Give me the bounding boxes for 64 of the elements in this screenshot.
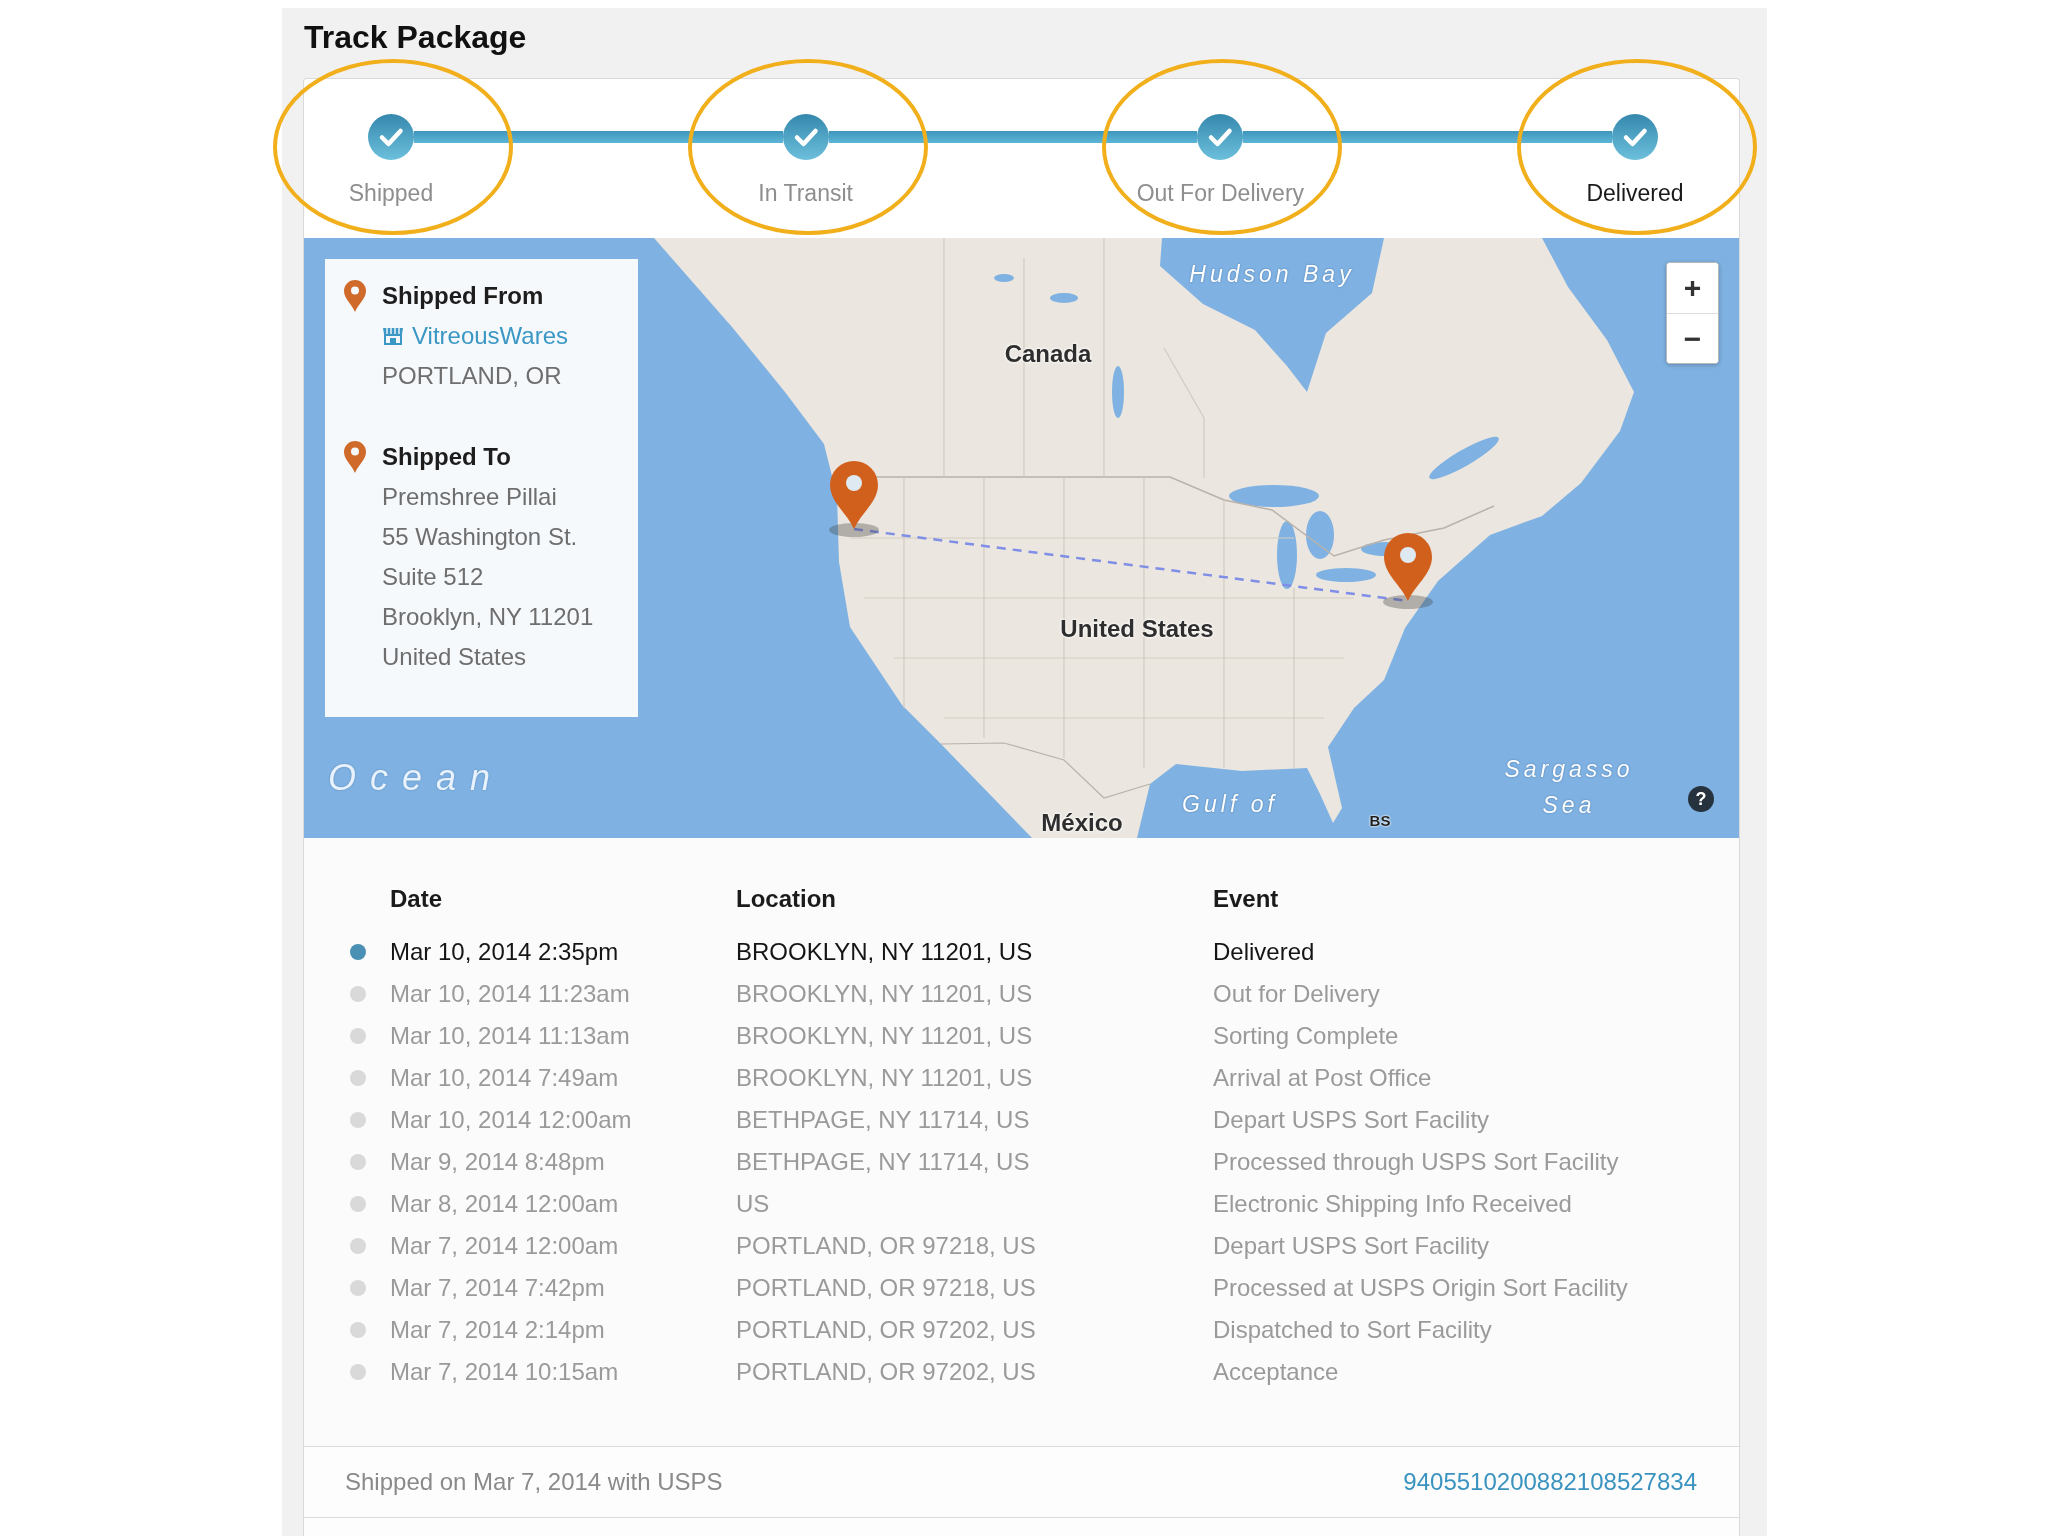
store-icon	[382, 327, 404, 345]
table-cell: Mar 7, 2014 10:15am	[390, 1358, 619, 1386]
table-cell: BETHPAGE, NY 11714, US	[736, 1106, 1030, 1134]
location-pin-icon	[344, 280, 366, 312]
table-cell: BROOKLYN, NY 11201, US	[736, 938, 1033, 966]
table-cell: Dispatched to Sort Facility	[1213, 1316, 1492, 1344]
step-label: Delivered	[1586, 179, 1684, 207]
table-cell: Electronic Shipping Info Received	[1213, 1190, 1572, 1218]
table-cell: Acceptance	[1213, 1358, 1339, 1386]
map-label: Hudson Bay	[1189, 260, 1355, 289]
table-cell: Out for Delivery	[1213, 980, 1380, 1008]
table-cell: Processed at USPS Origin Sort Facility	[1213, 1274, 1628, 1302]
step-label: Shipped	[348, 179, 434, 207]
table-cell: BROOKLYN, NY 11201, US	[736, 1064, 1033, 1092]
table-cell: Depart USPS Sort Facility	[1213, 1106, 1490, 1134]
address-line: Premshree Pillai	[382, 482, 557, 512]
column-header: Event	[1213, 885, 1279, 913]
table-cell: Mar 10, 2014 7:49am	[390, 1064, 619, 1092]
table-cell: Mar 7, 2014 12:00am	[390, 1232, 619, 1260]
address-heading: Shipped To	[382, 442, 511, 472]
step-label: Out For Delivery	[1136, 179, 1305, 207]
map-label: México	[1041, 809, 1123, 837]
map-label: Sargasso Sea	[1503, 755, 1635, 820]
table-cell: Arrival at Post Office	[1213, 1064, 1432, 1092]
table-cell: PORTLAND, OR 97218, US	[736, 1232, 1036, 1260]
address-heading: Shipped From	[382, 281, 544, 311]
location-pin-icon	[344, 441, 366, 473]
shipment-note: Shipped on Mar 7, 2014 with USPS	[345, 1468, 723, 1496]
table-cell: BROOKLYN, NY 11201, US	[736, 1022, 1033, 1050]
table-cell: Mar 7, 2014 2:14pm	[390, 1316, 605, 1344]
map-label: BS	[1369, 812, 1391, 830]
address-line: United States	[382, 642, 527, 672]
table-cell: Mar 9, 2014 8:48pm	[390, 1148, 605, 1176]
table-cell: Mar 10, 2014 11:23am	[390, 980, 630, 1008]
column-header: Date	[390, 885, 443, 913]
zoom-in-button[interactable]: +	[1667, 263, 1718, 313]
map-pin-icon	[1381, 530, 1435, 610]
map-pin-icon	[827, 458, 881, 538]
table-cell: Mar 10, 2014 12:00am	[390, 1106, 632, 1134]
table-cell: Mar 10, 2014 11:13am	[390, 1022, 630, 1050]
map-label: Ocean	[327, 758, 505, 798]
map-label: Gulf of	[1182, 790, 1278, 819]
table-cell: Sorting Complete	[1213, 1022, 1399, 1050]
table-cell: PORTLAND, OR 97202, US	[736, 1316, 1036, 1344]
table-cell: Delivered	[1213, 938, 1315, 966]
address-line: PORTLAND, OR	[382, 361, 562, 391]
table-cell: BETHPAGE, NY 11714, US	[736, 1148, 1030, 1176]
table-cell: US	[736, 1190, 770, 1218]
address-line: 55 Washington St.	[382, 522, 578, 552]
zoom-out-button[interactable]: −	[1667, 313, 1718, 363]
table-cell: BROOKLYN, NY 11201, US	[736, 980, 1033, 1008]
address-line: Suite 512	[382, 562, 484, 592]
step-label: In Transit	[758, 179, 853, 207]
table-cell: Mar 10, 2014 2:35pm	[390, 938, 619, 966]
table-cell: PORTLAND, OR 97218, US	[736, 1274, 1036, 1302]
table-cell: PORTLAND, OR 97202, US	[736, 1358, 1036, 1386]
address-line: Brooklyn, NY 11201	[382, 602, 594, 632]
table-cell: Depart USPS Sort Facility	[1213, 1232, 1490, 1260]
map-label: United States	[1060, 615, 1214, 643]
table-cell: Mar 8, 2014 12:00am	[390, 1190, 619, 1218]
table-cell: Processed through USPS Sort Facility	[1213, 1148, 1619, 1176]
table-cell: Mar 7, 2014 7:42pm	[390, 1274, 605, 1302]
column-header: Location	[736, 885, 836, 913]
page-title: Track Package	[304, 18, 527, 57]
